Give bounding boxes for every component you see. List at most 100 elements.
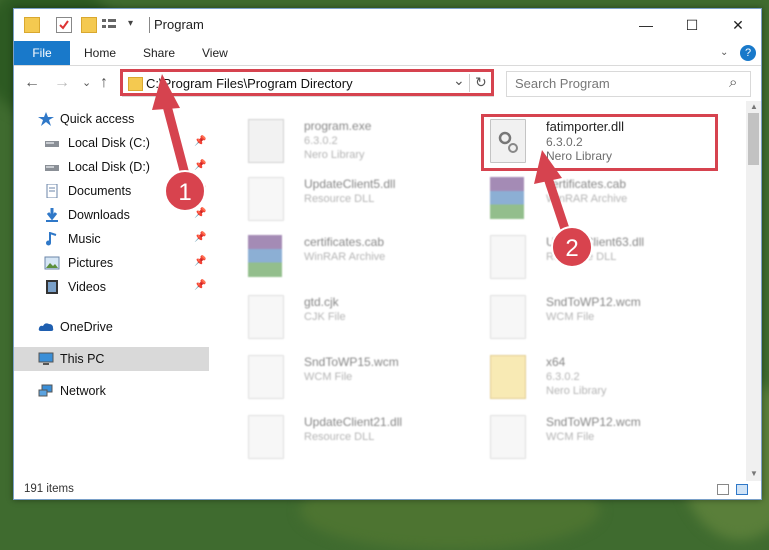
ribbon-tabs: File Home Share View ⌄ ? — [14, 41, 761, 66]
up-button[interactable]: ↑ — [100, 74, 108, 92]
sidebar-item-label: Videos — [68, 280, 106, 294]
file-item-updateclient21-dll[interactable]: UpdateClient21.dll Resource DLL — [226, 407, 466, 465]
pin-icon[interactable]: 📌 — [194, 232, 206, 243]
sidebar-item-this-pc[interactable]: This PC — [14, 347, 209, 371]
file-description: CJK File — [304, 311, 346, 323]
file-list: program.exe 6.3.0.2 Nero Library fatimpo… — [210, 101, 746, 481]
search-box[interactable]: Search Program ⌕ — [506, 71, 751, 97]
scroll-up-icon[interactable]: ▲ — [750, 102, 758, 111]
blank-file-icon — [248, 295, 284, 339]
drive-icon — [45, 141, 59, 147]
dll-gear-icon — [248, 415, 284, 459]
scroll-down-icon[interactable]: ▼ — [750, 469, 758, 478]
sidebar-item-label: OneDrive — [60, 320, 113, 334]
file-name: SndToWP15.wcm — [304, 355, 399, 369]
close-button[interactable]: ✕ — [715, 9, 761, 41]
file-item-program-exe[interactable]: program.exe 6.3.0.2 Nero Library — [226, 111, 466, 169]
sidebar-item-music[interactable]: Music 📌 — [14, 227, 209, 251]
sidebar-item-videos[interactable]: Videos 📌 — [14, 275, 209, 299]
cloud-icon — [38, 323, 54, 331]
file-highlight-box — [481, 114, 718, 171]
sidebar-item-label: Local Disk (C:) — [68, 136, 150, 150]
file-item-x64[interactable]: x64 6.3.0.2 Nero Library — [468, 347, 708, 405]
file-version: 6.3.0.2 — [304, 135, 338, 147]
file-item-sndtowp12-wcm[interactable]: SndToWP12.wcm WCM File — [468, 287, 708, 345]
file-name: certificates.cab — [304, 235, 385, 249]
properties-icon[interactable] — [56, 17, 72, 33]
download-icon — [46, 208, 58, 222]
file-name: certificates.cab — [546, 177, 627, 191]
file-name: SndToWP12.wcm — [546, 295, 641, 309]
tab-share[interactable]: Share — [143, 41, 175, 65]
file-item-sndtowp12-wcm-2[interactable]: SndToWP12.wcm WCM File — [468, 407, 708, 465]
sidebar-item-label: Network — [60, 384, 106, 398]
new-folder-icon[interactable] — [81, 17, 97, 33]
ribbon-expand-icon[interactable]: ⌄ — [720, 41, 728, 65]
sidebar-item-label: Quick access — [60, 112, 135, 126]
dll-gear-icon — [490, 235, 526, 279]
blank-file-icon — [490, 415, 526, 459]
drive-icon — [45, 165, 59, 171]
documents-icon — [46, 184, 58, 198]
search-input[interactable]: Search Program — [515, 76, 610, 91]
customize-toolbar-icon[interactable]: ▾ — [128, 17, 142, 31]
file-description: WinRAR Archive — [546, 193, 628, 205]
folder-file-icon — [490, 355, 526, 399]
file-name: UpdateClient21.dll — [304, 415, 403, 429]
file-description: Nero Library — [546, 385, 607, 397]
pin-icon[interactable]: 📌 — [194, 256, 206, 267]
forward-button[interactable]: → — [54, 74, 70, 92]
tiles-view-icon[interactable] — [736, 484, 748, 495]
sidebar-item-label: Music — [68, 232, 101, 246]
search-icon[interactable]: ⌕ — [729, 74, 737, 91]
sidebar-item-label: Pictures — [68, 256, 114, 270]
navigation-pane: Quick access Local Disk (C:) 📌 Local Dis… — [14, 101, 209, 481]
sidebar-item-pictures[interactable]: Pictures 📌 — [14, 251, 209, 275]
file-item-gtd-cjk[interactable]: gtd.cjk CJK File — [226, 287, 466, 345]
details-view-icon[interactable] — [717, 484, 729, 495]
tab-file[interactable]: File — [14, 41, 70, 65]
window-title: Program — [154, 17, 204, 32]
file-item-certificates-cab[interactable]: certificates.cab WinRAR Archive — [468, 169, 708, 227]
tab-view[interactable]: View — [202, 41, 228, 65]
sidebar-item-quick-access[interactable]: Quick access — [14, 107, 209, 131]
tab-home[interactable]: Home — [84, 41, 116, 65]
file-description: Resource DLL — [304, 193, 375, 205]
navigation-bar: ← → ⌄ ↑ C:\Program Files\Program Directo… — [14, 66, 761, 100]
pin-icon[interactable]: 📌 — [194, 208, 206, 219]
file-description: WCM File — [546, 311, 595, 323]
dll-gear-icon — [248, 177, 284, 221]
folder-icon — [24, 17, 40, 33]
file-item-sndtowp15-wcm[interactable]: SndToWP15.wcm WCM File — [226, 347, 466, 405]
recent-locations-button[interactable]: ⌄ — [82, 76, 91, 89]
back-button[interactable]: ← — [24, 74, 40, 92]
pin-icon[interactable]: 📌 — [194, 136, 206, 147]
file-description: Nero Library — [304, 149, 365, 161]
blank-file-icon — [490, 295, 526, 339]
pictures-icon — [44, 256, 60, 270]
file-name: SndToWP12.wcm — [546, 415, 641, 429]
pin-icon[interactable]: 📌 — [194, 280, 206, 291]
file-description: WCM File — [546, 431, 595, 443]
help-icon[interactable]: ? — [740, 45, 756, 61]
blank-file-icon — [248, 355, 284, 399]
winrar-icon — [490, 177, 524, 219]
file-name: x64 — [546, 355, 566, 369]
scrollbar-thumb[interactable] — [748, 113, 759, 165]
music-icon — [46, 232, 57, 246]
pin-icon[interactable]: 📌 — [194, 160, 206, 171]
sidebar-item-local-disk-c[interactable]: Local Disk (C:) 📌 — [14, 131, 209, 155]
file-description: Resource DLL — [304, 431, 375, 443]
item-count: 191 items — [24, 483, 74, 495]
sidebar-item-network[interactable]: Network — [14, 379, 209, 403]
view-options-icon[interactable] — [102, 17, 120, 31]
sidebar-item-onedrive[interactable]: OneDrive — [14, 315, 209, 339]
file-description: WCM File — [304, 371, 353, 383]
file-item-updateclient5-dll[interactable]: UpdateClient5.dll Resource DLL — [226, 169, 466, 227]
maximize-button[interactable]: ☐ — [669, 9, 715, 41]
minimize-button[interactable]: — — [623, 9, 669, 41]
file-item-certificates-cab-2[interactable]: certificates.cab WinRAR Archive — [226, 227, 466, 285]
sidebar-item-label: Downloads — [68, 208, 130, 222]
sidebar-item-label: Documents — [68, 184, 132, 198]
title-separator — [149, 17, 150, 33]
